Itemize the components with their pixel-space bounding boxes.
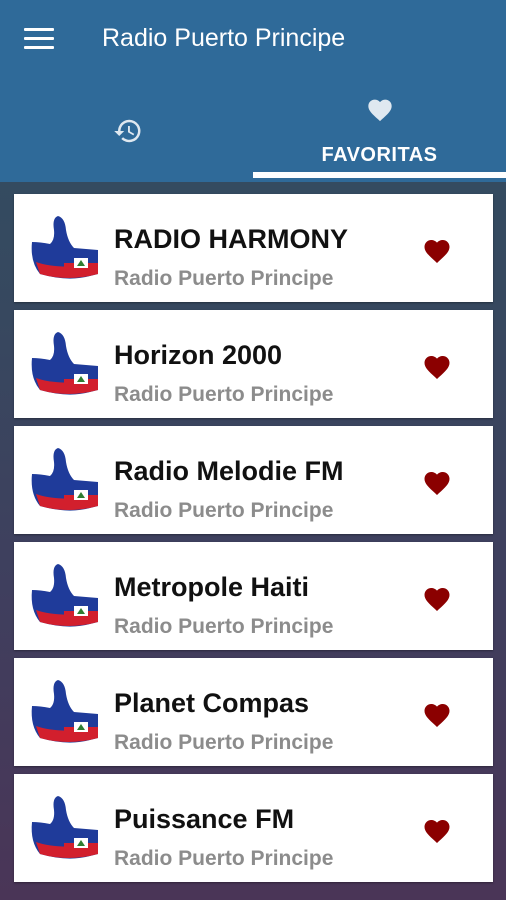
station-card[interactable]: Horizon 2000 Radio Puerto Principe bbox=[14, 310, 493, 418]
station-card[interactable]: RADIO HARMONY Radio Puerto Principe bbox=[14, 194, 493, 302]
menu-icon[interactable] bbox=[24, 28, 54, 52]
haiti-thumbs-up-logo bbox=[31, 216, 99, 279]
history-icon bbox=[114, 119, 141, 143]
station-subtitle: Radio Puerto Principe bbox=[114, 267, 334, 290]
haiti-thumbs-up-logo bbox=[31, 796, 99, 859]
favorite-heart-icon[interactable] bbox=[422, 236, 452, 264]
station-name: Horizon 2000 bbox=[114, 340, 283, 370]
station-card[interactable]: Metropole Haiti Radio Puerto Principe bbox=[14, 542, 493, 650]
haiti-thumbs-up-logo bbox=[31, 448, 99, 511]
station-subtitle: Radio Puerto Principe bbox=[114, 499, 334, 522]
tab-favorites[interactable]: FAVORITAS bbox=[253, 80, 506, 182]
station-name: Metropole Haiti bbox=[114, 572, 310, 602]
favorite-heart-icon[interactable] bbox=[422, 700, 452, 728]
tab-bar: FAVORITAS bbox=[0, 80, 506, 182]
app-bar: Radio Puerto Principe bbox=[0, 0, 506, 80]
heart-icon bbox=[368, 99, 392, 122]
station-name: Puissance FM bbox=[114, 804, 295, 834]
favorite-heart-icon[interactable] bbox=[422, 468, 452, 496]
station-card[interactable]: Puissance FM Radio Puerto Principe bbox=[14, 774, 493, 882]
station-subtitle: Radio Puerto Principe bbox=[114, 383, 334, 406]
app-title: Radio Puerto Principe bbox=[102, 24, 346, 52]
favorite-heart-icon[interactable] bbox=[422, 816, 452, 844]
favorite-heart-icon[interactable] bbox=[422, 584, 452, 612]
tab-favorites-label: FAVORITAS bbox=[321, 144, 438, 166]
haiti-thumbs-up-logo bbox=[31, 564, 99, 627]
haiti-thumbs-up-logo bbox=[31, 332, 99, 395]
station-subtitle: Radio Puerto Principe bbox=[114, 731, 334, 754]
station-name: Planet Compas bbox=[114, 688, 310, 718]
station-subtitle: Radio Puerto Principe bbox=[114, 847, 334, 870]
tab-recent[interactable] bbox=[0, 80, 253, 182]
favorite-heart-icon[interactable] bbox=[422, 352, 452, 380]
tab-indicator bbox=[253, 172, 506, 178]
station-card[interactable]: Radio Melodie FM Radio Puerto Principe bbox=[14, 426, 493, 534]
station-list: RADIO HARMONY Radio Puerto Principe Hori… bbox=[14, 194, 493, 890]
haiti-thumbs-up-logo bbox=[31, 680, 99, 743]
station-name: RADIO HARMONY bbox=[114, 224, 348, 254]
station-card[interactable]: Planet Compas Radio Puerto Principe bbox=[14, 658, 493, 766]
station-subtitle: Radio Puerto Principe bbox=[114, 615, 334, 638]
station-name: Radio Melodie FM bbox=[114, 456, 344, 486]
